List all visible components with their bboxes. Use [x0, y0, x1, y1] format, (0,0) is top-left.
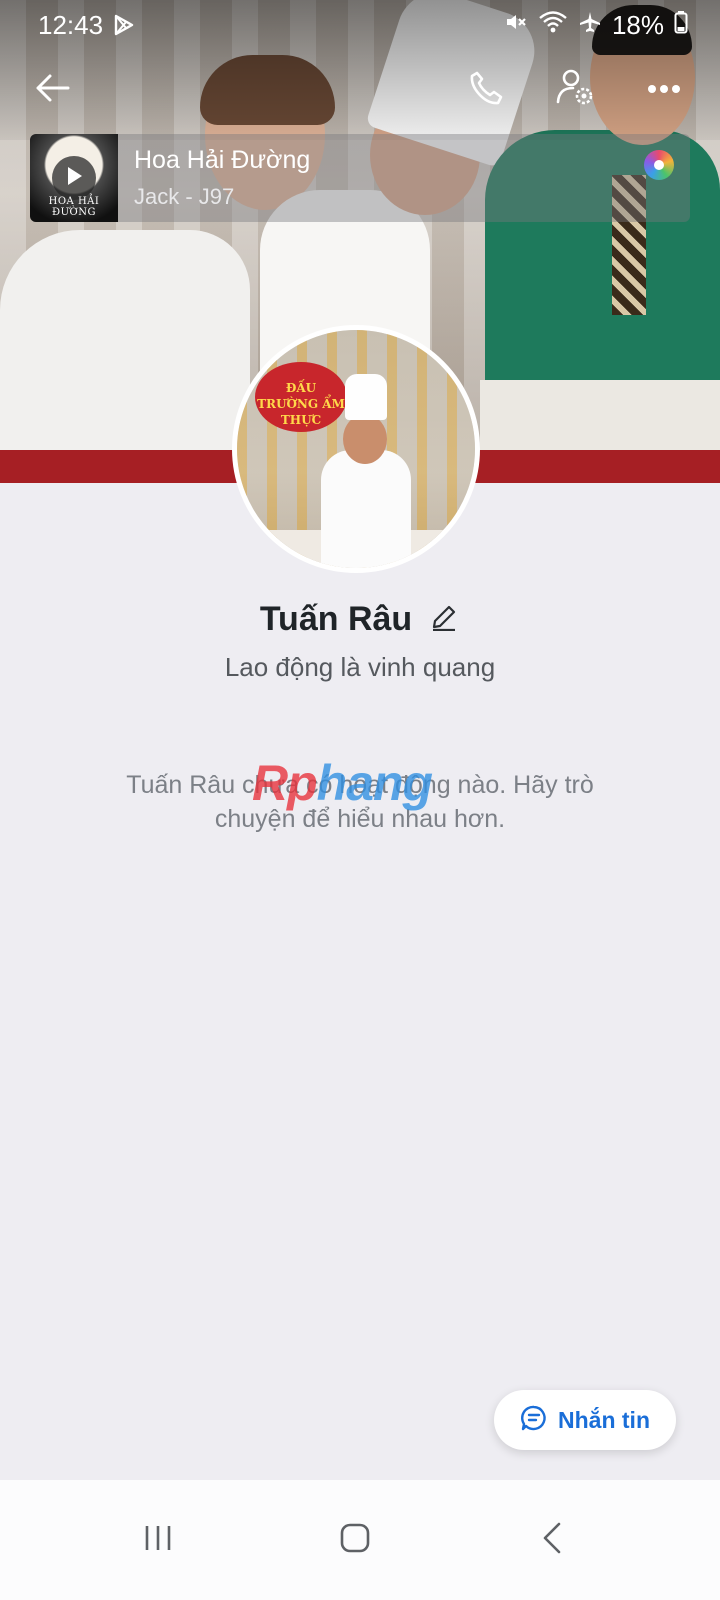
- play-icon: [64, 165, 84, 192]
- profile-name-row: Tuấn Râu: [0, 600, 720, 639]
- system-nav-bar: [0, 1480, 720, 1600]
- chevron-left-icon: [541, 1522, 563, 1559]
- watermark-logo: Rphang: [252, 754, 433, 812]
- cover-person-left: [0, 230, 250, 470]
- avatar-chef-hat: [345, 374, 387, 420]
- music-thumbnail-caption: HOA HẢI ĐƯỜNG: [48, 196, 100, 218]
- nav-back-button[interactable]: [522, 1510, 582, 1570]
- edit-pencil-icon: [430, 603, 458, 636]
- recent-apps-button[interactable]: [128, 1510, 188, 1570]
- status-time: 12:43: [38, 10, 104, 40]
- phone-icon: [468, 70, 504, 111]
- status-bar: 12:43 18%: [0, 0, 720, 50]
- home-icon: [339, 1522, 371, 1559]
- send-message-button[interactable]: Nhắn tin: [494, 1390, 676, 1450]
- wifi-icon: [538, 10, 568, 41]
- recent-apps-icon: [143, 1524, 173, 1557]
- watermark-part-1: Rp: [252, 755, 318, 811]
- user-settings-icon: [555, 68, 595, 113]
- profile-avatar[interactable]: ĐẤU TRƯỜNG ẨM THỰC: [232, 325, 480, 573]
- profile-bio: Lao động là vinh quang: [224, 652, 496, 682]
- avatar-chef-head: [343, 414, 387, 464]
- music-thumbnail: HOA HẢI ĐƯỜNG: [30, 134, 118, 222]
- call-button[interactable]: [462, 66, 510, 114]
- music-artist: Jack - J97: [134, 184, 235, 209]
- edit-name-button[interactable]: [428, 604, 460, 636]
- airplane-icon: [578, 10, 602, 41]
- more-icon: [647, 81, 681, 99]
- send-message-label: Nhắn tin: [558, 1406, 650, 1433]
- chat-bubble-icon: [520, 1404, 548, 1437]
- play-button[interactable]: [52, 156, 96, 200]
- home-button[interactable]: [325, 1510, 385, 1570]
- battery-icon: [674, 10, 688, 41]
- play-store-icon: [114, 14, 134, 41]
- back-button[interactable]: [28, 66, 76, 114]
- status-icons: 18%: [504, 10, 688, 41]
- mute-icon: [504, 10, 528, 41]
- back-arrow-icon: [34, 73, 70, 108]
- more-options-button[interactable]: [640, 66, 688, 114]
- avatar-chef-body: [321, 450, 411, 568]
- profile-music-card[interactable]: HOA HẢI ĐƯỜNG Hoa Hải Đường Jack - J97: [30, 134, 690, 222]
- music-disc-icon: [644, 150, 674, 180]
- profile-name: Tuấn Râu: [259, 600, 413, 638]
- music-song-title: Hoa Hải Đường: [134, 146, 311, 174]
- avatar-sign: ĐẤU TRƯỜNG ẨM THỰC: [255, 362, 347, 432]
- watermark-part-2: hang: [316, 755, 433, 811]
- user-settings-button[interactable]: [551, 66, 599, 114]
- battery-percent: 18%: [611, 10, 664, 40]
